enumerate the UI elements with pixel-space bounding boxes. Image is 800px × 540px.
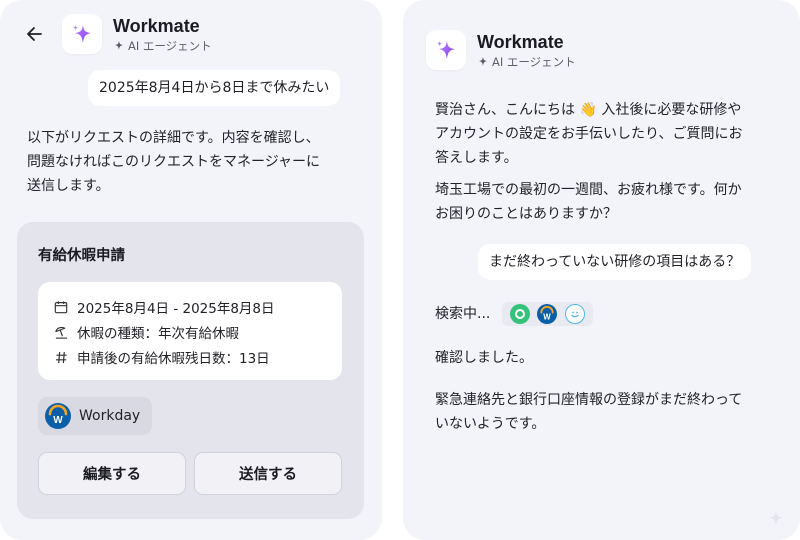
beach-umbrella-icon (53, 324, 69, 340)
app-title: Workmate (477, 31, 564, 52)
assistant-result: 緊急連絡先と銀行口座情報の登録がまだ終わって いないようです。 (435, 392, 743, 432)
searching-label: 検索中... (435, 306, 491, 322)
svg-text:W: W (53, 415, 63, 426)
app-header: Workmate AI エージェント (62, 14, 212, 54)
app-subtitle: AI エージェント (128, 38, 212, 53)
calendar-icon (53, 299, 69, 315)
sparkle-small-icon (478, 56, 488, 67)
app-subtitle: AI エージェント (492, 54, 576, 69)
workday-logo-icon: W (537, 304, 558, 324)
sparkle-watermark-icon (769, 511, 783, 525)
app-logo (62, 14, 102, 54)
request-card-title: 有給休暇申請 (38, 248, 125, 264)
green-circle-app-icon (509, 304, 530, 324)
detail-date-row: 2025年8月4日 - 2025年8月8日 (53, 297, 275, 317)
assistant-greeting: 賢治さん、こんにちは 👋 入社後に必要な研修や アカウントの設定をお手伝いしたり… (435, 102, 743, 166)
user-message: まだ終わっていない研修の項目はある？ (478, 244, 752, 280)
detail-remaining-row: 申請後の有給休暇残日数：13日 (53, 347, 270, 367)
leave-request-card: 有給休暇申請 2025年8月4日 - 2025年8月8日 休暇の種類：年次有給休… (17, 222, 364, 519)
arrow-left-icon (27, 27, 42, 41)
right-chat-panel: Workmate AI エージェント 賢治さん、こんにちは 👋 入社後に必要な研… (403, 0, 800, 540)
request-details: 2025年8月4日 - 2025年8月8日 休暇の種類：年次有給休暇 申請後の有… (38, 282, 342, 380)
left-chat-panel: Workmate AI エージェント 2025年8月4日から8日まで休みたい 以… (0, 0, 382, 540)
sparkle-logo-icon (72, 24, 92, 44)
assistant-message: 以下がリクエストの詳細です。内容を確認し、 問題なければこのリクエストをマネージ… (27, 130, 321, 194)
smile-face-app-icon (565, 304, 586, 324)
edit-button[interactable]: 編集する (38, 452, 186, 495)
hash-icon (53, 349, 69, 365)
svg-text:W: W (544, 313, 552, 322)
app-logo (426, 30, 466, 70)
search-sources: W (502, 302, 593, 326)
submit-button[interactable]: 送信する (194, 452, 342, 495)
assistant-followup: 埼玉工場での最初の一週間、お疲れ様です。何か お困りのことはありますか？ (435, 182, 742, 222)
workday-integration-chip[interactable]: W Workday (38, 397, 152, 435)
confirmed-message: 確認しました。 (435, 350, 533, 366)
sparkle-logo-icon (436, 40, 456, 60)
app-header: Workmate AI エージェント (426, 30, 576, 70)
workday-label: Workday (79, 408, 141, 424)
app-title: Workmate (113, 15, 200, 36)
detail-type-row: 休暇の種類：年次有給休暇 (53, 322, 239, 342)
back-button[interactable] (22, 24, 46, 44)
workday-logo-icon: W (45, 403, 71, 429)
sparkle-small-icon (114, 40, 124, 51)
user-message: 2025年8月4日から8日まで休みたい (88, 70, 341, 106)
